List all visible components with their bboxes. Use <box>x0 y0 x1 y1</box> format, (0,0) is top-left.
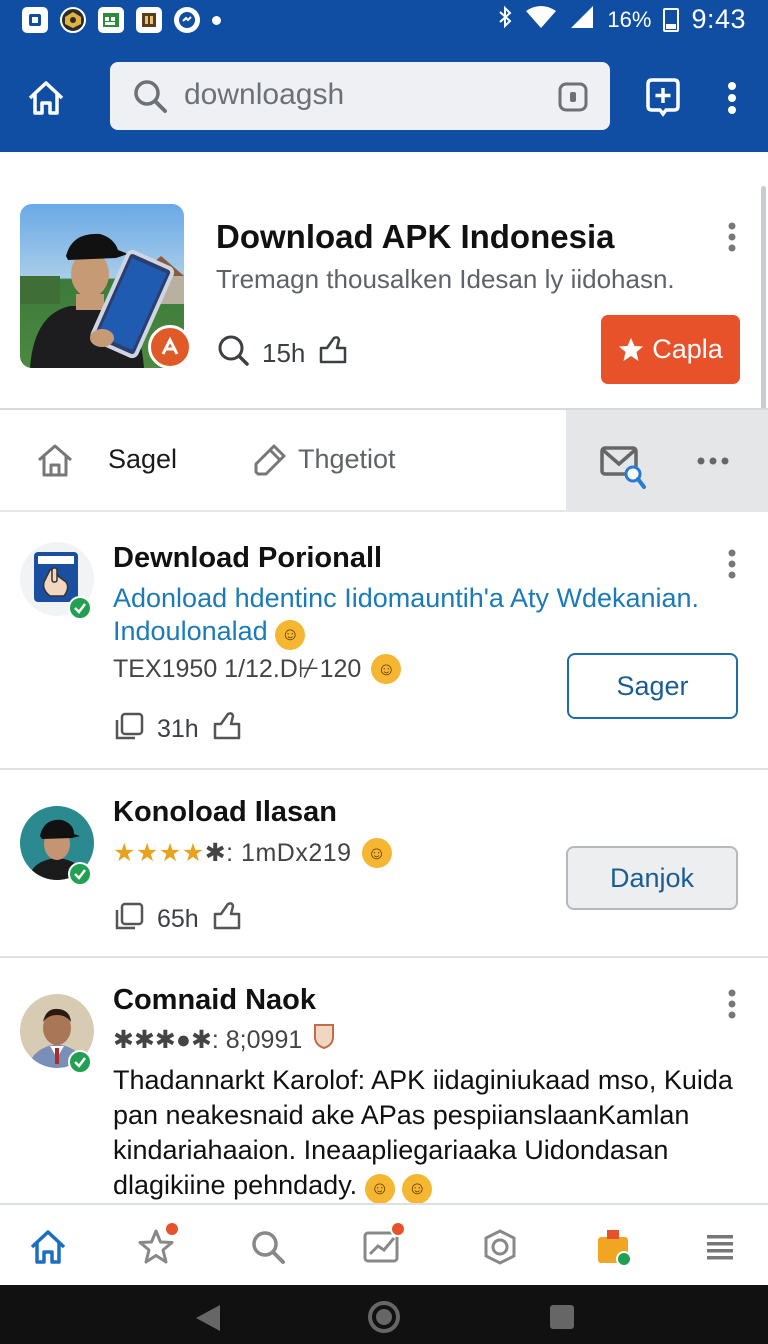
nav-menu[interactable] <box>698 1225 742 1269</box>
share-icon[interactable] <box>211 900 243 939</box>
clock: 9:43 <box>691 4 746 34</box>
more-vertical-icon[interactable] <box>724 548 740 585</box>
more-notifications-icon <box>212 15 221 25</box>
more-vertical-icon <box>728 222 736 252</box>
battery-percent: 16% <box>607 6 652 32</box>
add-button[interactable] <box>642 76 684 118</box>
nav-home[interactable] <box>26 1225 70 1269</box>
more-vertical-icon <box>728 82 736 114</box>
add-icon <box>646 78 680 117</box>
more-options-button[interactable] <box>718 78 746 118</box>
verified-icon <box>68 596 92 620</box>
battery-icon <box>663 7 680 32</box>
bottom-navigation <box>0 1203 768 1285</box>
notification-badge <box>164 1221 180 1237</box>
item-time: 31h <box>157 715 199 743</box>
search-icon <box>132 78 168 119</box>
wifi-icon <box>525 5 557 34</box>
tag-icon[interactable] <box>250 442 288 483</box>
home-button[interactable] <box>24 76 68 120</box>
danjok-button[interactable]: Danjok <box>566 846 738 910</box>
featured-app-title: Download APK Indonesia <box>216 218 615 255</box>
status-bar: 16% 9:43 <box>0 0 768 42</box>
item-title: Konoload Ilasan <box>113 796 337 828</box>
share-icon[interactable] <box>211 710 243 749</box>
featured-app-time: 15h <box>262 338 306 368</box>
tab-row: Sagel Thgetiot <box>0 408 768 512</box>
mail-search-icon[interactable] <box>600 444 648 495</box>
scan-icon[interactable] <box>558 82 588 117</box>
search-icon <box>216 333 250 374</box>
bluetooth-icon <box>497 5 513 34</box>
nav-search[interactable] <box>246 1225 290 1269</box>
featured-more-button[interactable] <box>724 221 740 258</box>
camera-icon <box>484 1229 516 1265</box>
copy-icon[interactable] <box>113 711 145 748</box>
item-time: 65h <box>157 905 199 933</box>
home-icon <box>30 1230 66 1264</box>
shield-icon <box>312 1022 336 1057</box>
featured-app-card[interactable]: Download APK Indonesia Tremagn thousalke… <box>0 185 768 410</box>
item-description[interactable]: Adonload hdentinc Iidomauntih'a Aty Wdek… <box>113 583 699 646</box>
menu-icon <box>707 1235 733 1260</box>
verified-icon <box>68 1050 92 1074</box>
sager-button[interactable]: Sager <box>567 653 738 719</box>
more-horizontal-icon[interactable] <box>696 454 730 472</box>
smile-emoji-icon: ☺ <box>361 838 392 868</box>
tab-thgetiot[interactable]: Thgetiot <box>298 444 396 475</box>
messenger-icon <box>174 7 200 33</box>
nav-store[interactable] <box>592 1225 636 1269</box>
signal-icon <box>569 5 595 34</box>
nav-favorites[interactable] <box>134 1221 180 1269</box>
home-icon <box>28 81 64 115</box>
smile-emoji-icon: ☺ <box>371 654 402 684</box>
calendar-icon <box>98 7 124 33</box>
item-title: Dewnload Porionall <box>113 542 383 574</box>
system-home-icon[interactable] <box>368 1301 400 1333</box>
star-icon <box>619 337 644 361</box>
verified-icon <box>68 862 92 886</box>
list-item[interactable]: Konoload Ilasan ★★★★✱: 1mDx219 ☺ Danjok … <box>0 770 768 958</box>
cat-emoji-icon: ☺ <box>402 1173 433 1204</box>
store-icon <box>598 1230 632 1267</box>
featured-app-subtitle: Tremagn thousalken Idesan ly iidohasn. <box>216 264 675 294</box>
notification-badge <box>390 1221 406 1237</box>
recent-apps-icon[interactable] <box>550 1305 574 1329</box>
cat-emoji-icon: ☺ <box>364 1173 395 1204</box>
tab-sagel[interactable]: Sagel <box>108 444 177 475</box>
more-vertical-icon[interactable] <box>724 988 740 1025</box>
book-icon <box>136 7 162 33</box>
item-rating: ★★★★✱: 1mDx219 <box>113 839 352 867</box>
app-bar: 16% 9:43 downloagsh <box>0 0 768 152</box>
cat-emoji-icon: ☺ <box>275 619 306 650</box>
item-meta: ✱✱✱●✱: 8;0991 <box>113 1025 303 1054</box>
nav-stats[interactable] <box>360 1221 406 1269</box>
capla-button[interactable]: Capla <box>601 315 740 384</box>
copy-icon[interactable] <box>113 901 145 938</box>
game-icon <box>60 7 86 33</box>
system-navigation-bar <box>0 1285 768 1344</box>
item-title: Comnaid Naok <box>113 984 317 1016</box>
search-input[interactable]: downloagsh <box>184 78 344 112</box>
nav-camera[interactable] <box>478 1225 522 1269</box>
share-icon[interactable] <box>317 334 349 373</box>
item-meta: TEX1950 1/12.D⊬120 <box>113 655 362 683</box>
search-bar[interactable]: downloagsh <box>110 62 610 130</box>
home-icon[interactable] <box>36 442 74 483</box>
app-category-badge-icon <box>148 325 192 369</box>
back-icon[interactable] <box>196 1305 220 1331</box>
search-icon <box>252 1231 285 1264</box>
notification-icon <box>22 7 48 33</box>
